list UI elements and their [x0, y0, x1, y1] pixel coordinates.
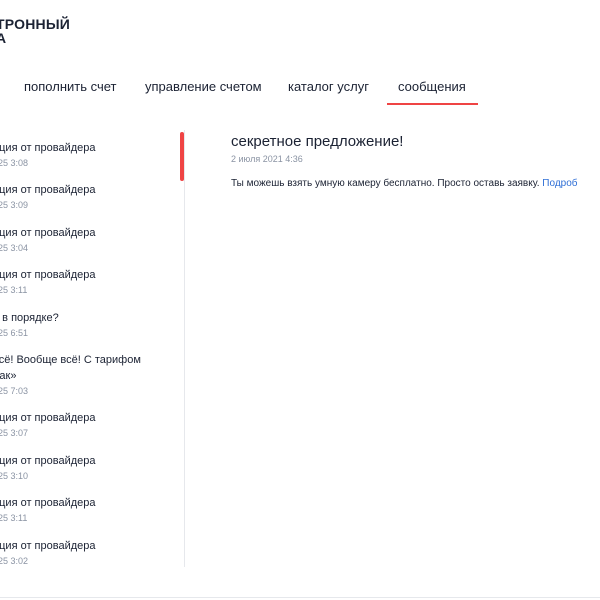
message-list-item[interactable]: ация от провайдера 025 3:04	[0, 225, 168, 254]
message-list-item[interactable]: ация от провайдера 025 3:08	[0, 140, 168, 169]
message-view-text: Ты можешь взять умную камеру бесплатно. …	[231, 178, 540, 189]
message-title: ация от провайдера	[0, 497, 96, 509]
message-title: всё! Вообще всё! С тарифом	[0, 354, 141, 366]
message-list-item[interactable]: е в порядке? 025 6:51	[0, 310, 168, 339]
message-date: 025 3:02	[0, 556, 29, 566]
message-view-body: Ты можешь взять умную камеру бесплатно. …	[231, 178, 600, 189]
message-view-date: 2 июля 2021 4:36	[231, 154, 303, 164]
message-list-item[interactable]: ация от провайдера 025 3:11	[0, 495, 168, 524]
message-view: секретное предложение! 2 июля 2021 4:36 …	[231, 132, 600, 189]
message-list-item[interactable]: ация от провайдера 025 3:10	[0, 453, 168, 482]
message-list-item[interactable]: ация от провайдера 025 3:09	[0, 182, 168, 211]
page: ТРОННЫЙ А и пополнить счет управление сч…	[0, 0, 600, 600]
nav-item-label: пополнить счет	[24, 79, 117, 94]
message-view-title: секретное предложение!	[231, 133, 404, 150]
message-date: 025 6:51	[0, 328, 29, 338]
nav-item-messages[interactable]: сообщения	[387, 70, 478, 105]
message-title: е в порядке?	[0, 312, 59, 324]
message-list-item[interactable]: ация от провайдера 025 3:02	[0, 538, 168, 567]
message-title: ация от провайдера	[0, 142, 96, 154]
nav-item-main[interactable]: и	[0, 70, 3, 105]
scrollbar-thumb[interactable]	[180, 132, 184, 181]
message-list-item[interactable]: ация от провайдера 025 3:07	[0, 410, 168, 439]
message-date: 025 3:04	[0, 243, 29, 253]
message-date: 025 3:11	[0, 513, 28, 523]
divider	[0, 597, 600, 598]
nav-item-label: управление счетом	[145, 79, 262, 94]
message-date: 025 3:10	[0, 471, 29, 481]
message-date: 025 3:11	[0, 285, 28, 295]
message-title: ация от провайдера	[0, 412, 96, 424]
message-title: ация от провайдера	[0, 184, 96, 196]
nav-item-topup[interactable]: пополнить счет	[24, 70, 117, 105]
message-list-item[interactable]: ация от провайдера 025 3:11	[0, 267, 168, 296]
message-date: 025 3:07	[0, 428, 29, 438]
message-title: ация от провайдера	[0, 455, 96, 467]
message-title-continued: лак»	[0, 370, 17, 382]
message-title: ация от провайдера	[0, 540, 96, 552]
nav-item-label: каталог услуг	[288, 79, 369, 94]
message-date: 025 3:09	[0, 200, 29, 210]
nav-item-catalog[interactable]: каталог услуг	[288, 70, 369, 105]
nav-item-label: сообщения	[398, 79, 466, 94]
message-title: ация от провайдера	[0, 269, 96, 281]
logo-line-1: ТРОННЫЙ	[0, 16, 70, 32]
message-date: 025 7:03	[0, 386, 29, 396]
details-link[interactable]: Подроб	[542, 178, 577, 189]
nav-item-account[interactable]: управление счетом	[145, 70, 262, 105]
logo[interactable]: ТРОННЫЙ А	[0, 17, 70, 45]
message-title: ация от провайдера	[0, 227, 96, 239]
message-list-item[interactable]: всё! Вообще всё! С тарифом лак» 025 7:03	[0, 352, 168, 397]
logo-line-2: А	[0, 30, 7, 46]
message-list: ация от провайдера 025 3:08 ация от пров…	[0, 130, 185, 567]
message-date: 025 3:08	[0, 158, 29, 168]
